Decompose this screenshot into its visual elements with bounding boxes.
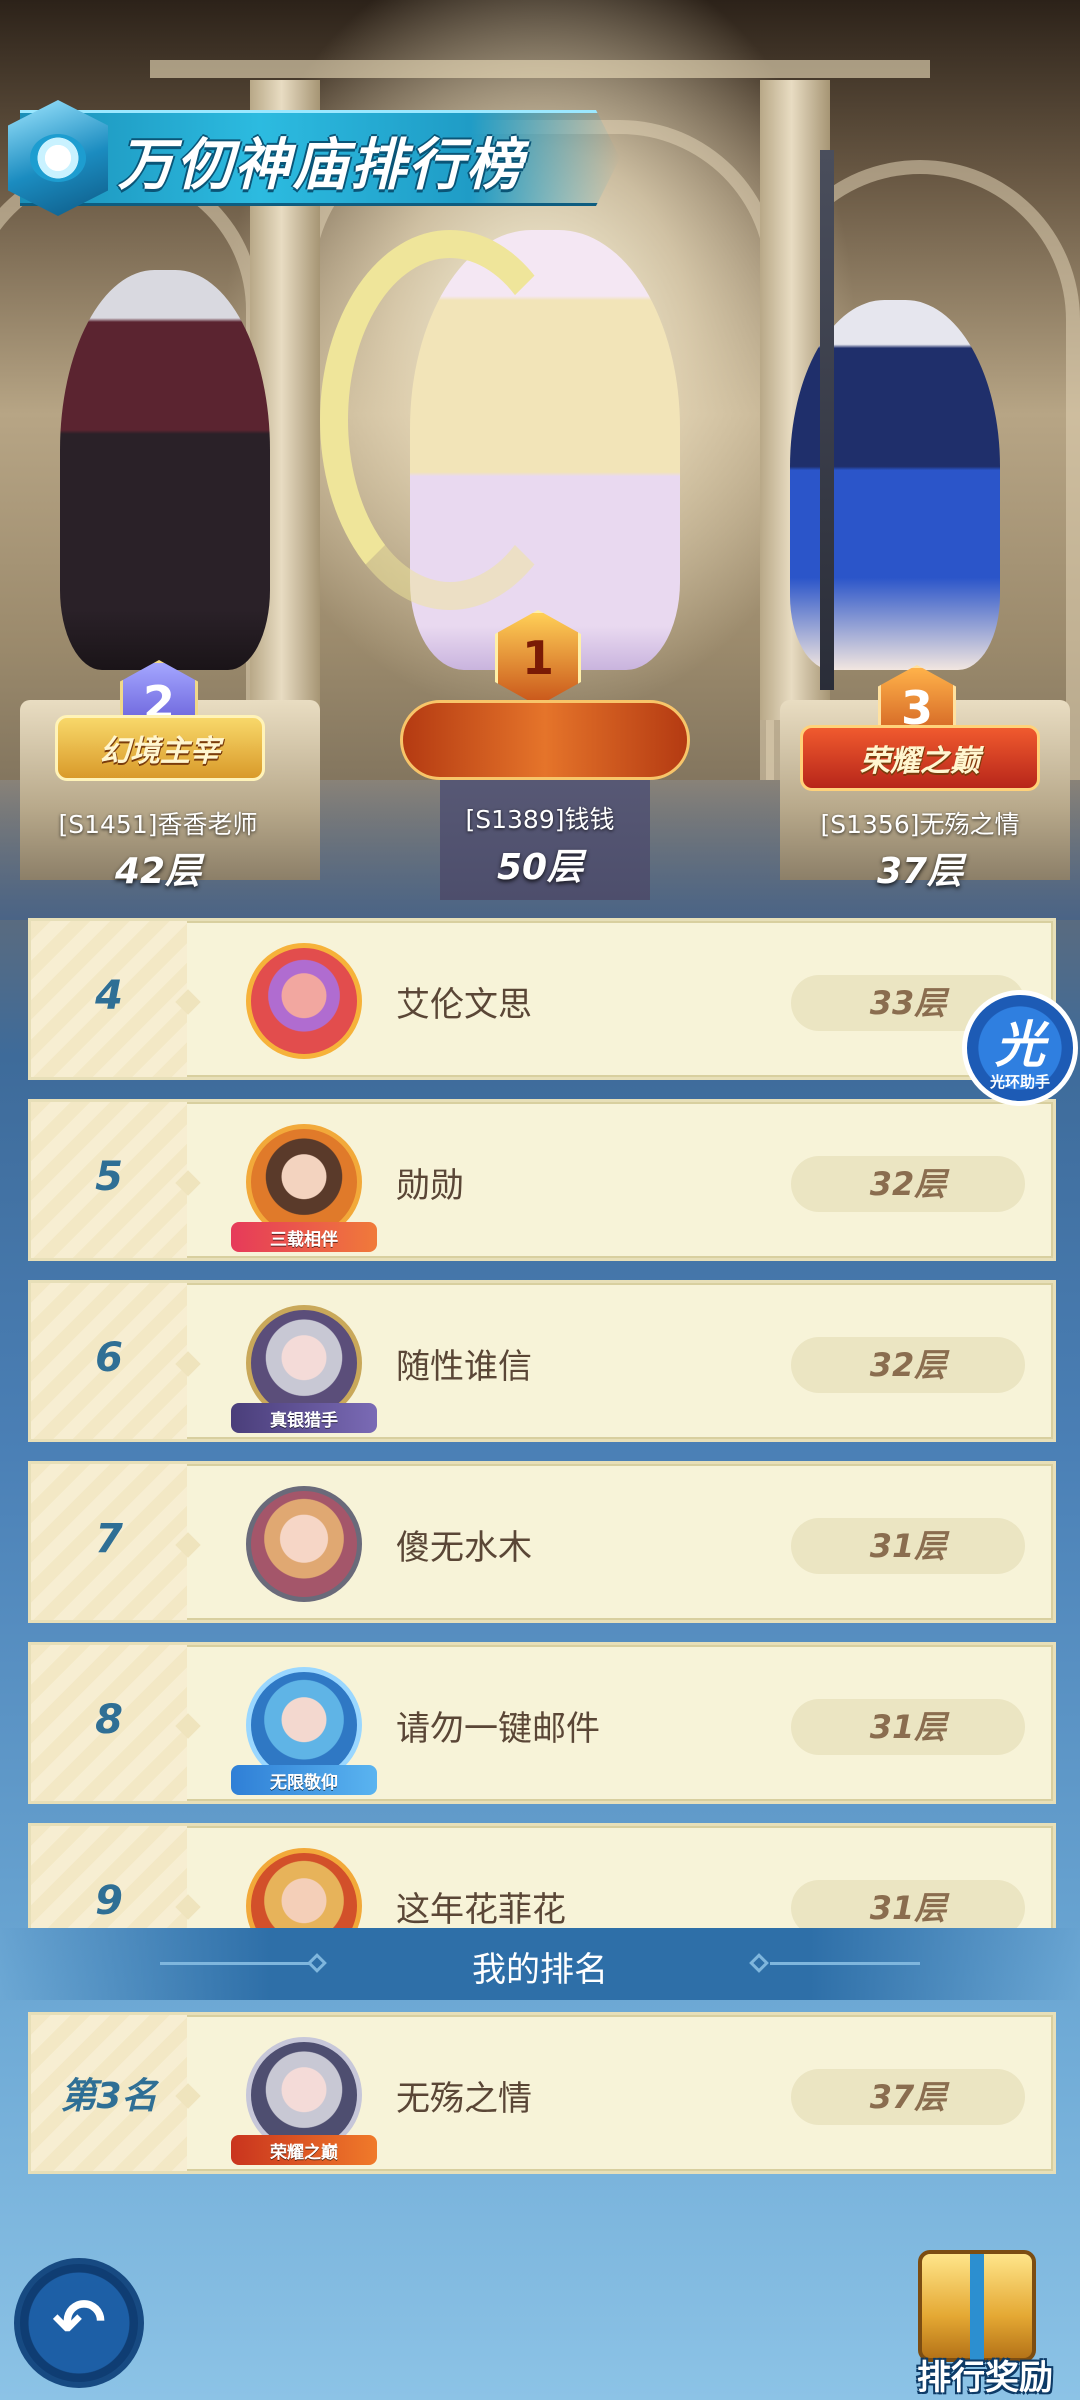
back-arrow-icon: ↶ (52, 2286, 106, 2360)
page-title: 万仞神庙排行榜 (118, 133, 524, 198)
floor-value: 31层 (791, 1518, 1025, 1574)
player-name: 请勿一键邮件 (396, 1709, 600, 1749)
player-name: 随性谁信 (396, 1347, 532, 1387)
podium-3-staff (820, 150, 834, 690)
podium-3-floor: 37层 (876, 851, 964, 892)
floor-value: 31层 (791, 1699, 1025, 1755)
my-rank-row[interactable]: 第3名 荣耀之巅 无殇之情 37层 (28, 2012, 1056, 2174)
floor-value: 31层 (791, 1880, 1025, 1928)
avatar-frame-badge: 真银猎手 (231, 1403, 377, 1433)
ranking-row[interactable]: 7 傻无水木 31层 (28, 1461, 1056, 1623)
avatar-frame-badge: 三载相伴 (231, 1222, 377, 1252)
avatar-frame-badge: 无限敬仰 (231, 1765, 377, 1795)
rank-number: 4 (95, 973, 123, 1019)
podium-1-crescent (320, 230, 580, 610)
podium-2-floor: 42层 (114, 851, 202, 892)
podium-1-floor: 50层 (496, 847, 584, 888)
ranking-row[interactable]: 6 真银猎手 随性谁信 32层 (28, 1280, 1056, 1442)
my-floor-value: 37层 (791, 2069, 1025, 2125)
rank-number: 8 (95, 1697, 123, 1743)
podium-2-name: [S1451]香香老师 (58, 810, 258, 839)
avatar[interactable] (246, 1486, 362, 1602)
podium-1-dragon-plate (400, 700, 690, 780)
player-name: 勋勋 (396, 1166, 464, 1206)
avatar[interactable] (246, 943, 362, 1059)
player-name: 艾伦文思 (396, 985, 532, 1025)
podium-3-name: [S1356]无殇之情 (820, 810, 1020, 839)
rank-number: 7 (95, 1516, 123, 1562)
my-rank-title: 我的排名 (472, 1950, 608, 1990)
ranking-reward-label: 排行奖励 (917, 2358, 1053, 2398)
floor-value: 32层 (791, 1156, 1025, 1212)
ranking-row[interactable]: 8 无限敬仰 请勿一键邮件 31层 (28, 1642, 1056, 1804)
avatar-frame-badge: 荣耀之巅 (231, 2135, 377, 2165)
halo-assistant-button[interactable]: 光 光环助手 (962, 990, 1078, 1106)
avatar[interactable] (246, 1848, 362, 1928)
halo-assistant-label: 光环助手 (989, 1073, 1050, 1091)
rank-number: 5 (95, 1154, 123, 1200)
my-player-name: 无殇之情 (396, 2079, 532, 2119)
rank-number: 6 (95, 1335, 123, 1381)
ranking-list[interactable]: 4 艾伦文思 33层 5 三载相伴 勋勋 32层 6 真银猎手 随性谁信 32层… (28, 918, 1056, 1928)
ranking-row[interactable]: 5 三载相伴 勋勋 32层 (28, 1099, 1056, 1261)
temple-balcony (150, 60, 930, 78)
ranking-row[interactable]: 4 艾伦文思 33层 (28, 918, 1056, 1080)
podium-2-title-badge: 幻境主宰 (55, 715, 265, 781)
player-name: 傻无水木 (396, 1528, 532, 1568)
podium-2-character[interactable] (60, 270, 270, 670)
ranking-reward-button[interactable]: 排行奖励 (900, 2250, 1070, 2400)
ranking-row[interactable]: 9 这年花菲花 31层 (28, 1823, 1056, 1928)
podium-3-title-badge: 荣耀之巅 (800, 725, 1040, 791)
gift-box-icon (918, 2250, 1036, 2366)
halo-assistant-icon: 光 (995, 1016, 1045, 1074)
rank-number: 9 (95, 1878, 123, 1924)
floor-value: 32层 (791, 1337, 1025, 1393)
player-name: 这年花菲花 (396, 1890, 566, 1928)
my-rank-number: 第3名 (60, 2076, 158, 2117)
back-button[interactable]: ↶ (14, 2258, 144, 2388)
podium-1-name: [S1389]钱钱 (465, 805, 615, 834)
